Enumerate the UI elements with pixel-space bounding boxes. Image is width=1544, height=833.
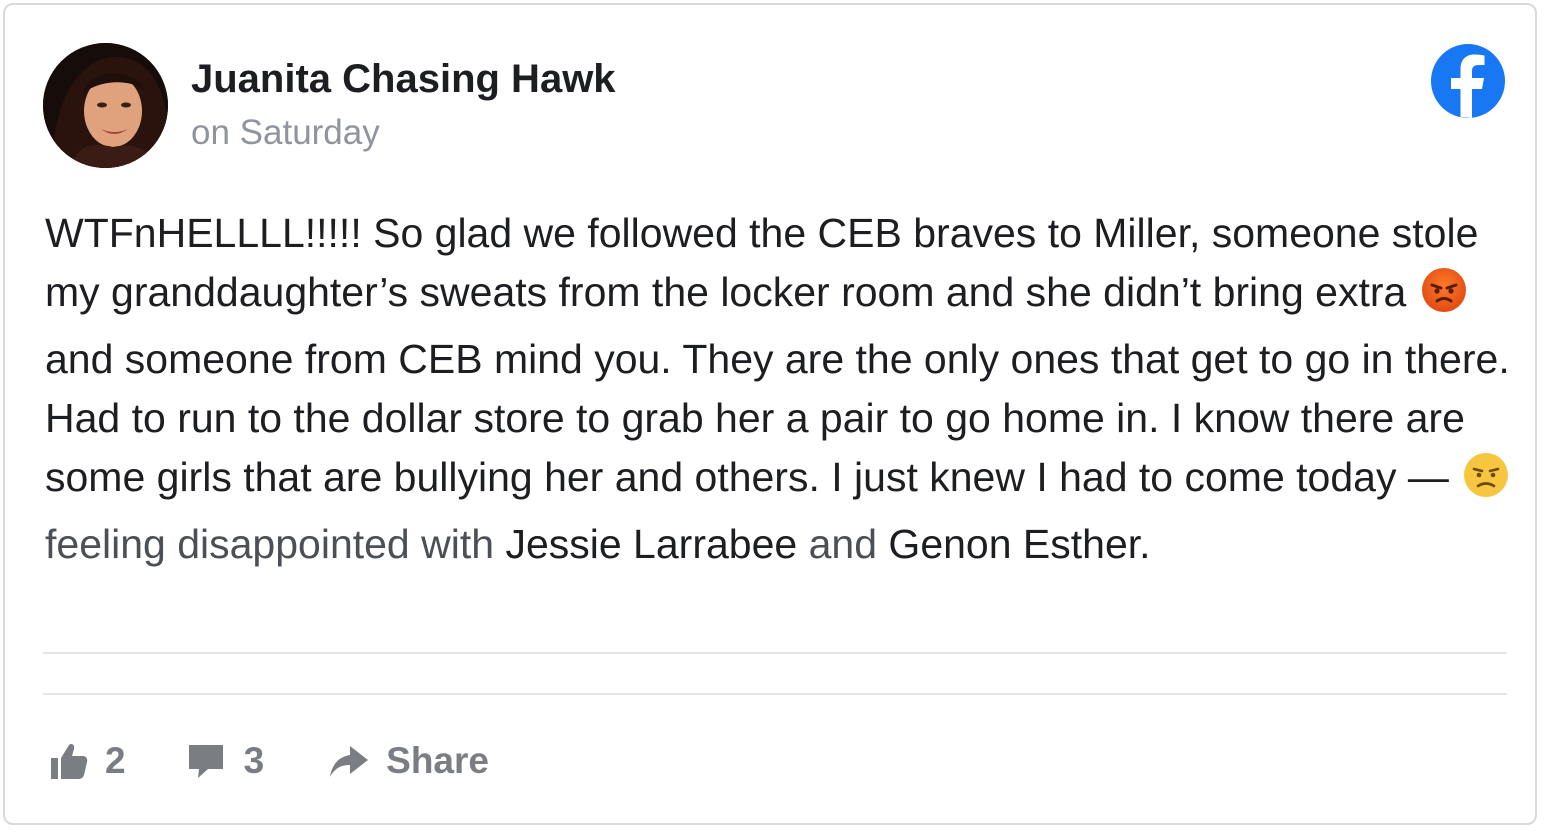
action-bar: 2 3 Share <box>49 733 489 789</box>
disappointed-face-icon <box>1462 451 1510 515</box>
facebook-logo-graphic <box>1431 44 1505 118</box>
post-text-part-1: WTFnHELLLL!!!!! So glad we followed the … <box>45 210 1479 315</box>
share-button[interactable]: Share <box>328 740 489 782</box>
avatar-image <box>43 43 168 168</box>
author-name[interactable]: Juanita Chasing Hawk <box>191 57 616 102</box>
share-label: Share <box>386 740 489 781</box>
comment-button[interactable]: 3 <box>186 740 265 782</box>
like-count: 2 <box>105 740 126 781</box>
share-arrow-icon <box>330 746 369 777</box>
angry-face-icon <box>1420 266 1468 330</box>
comment-icon <box>188 745 223 778</box>
post-text-part-2: and someone from CEB mind you. They are … <box>45 336 1510 500</box>
tagged-user-jessie[interactable]: Jessie Larrabee <box>505 521 797 567</box>
comment-count: 3 <box>243 740 265 781</box>
tagged-user-genon[interactable]: Genon Esther <box>888 521 1139 567</box>
avatar[interactable] <box>43 43 168 168</box>
and-text: and <box>808 521 878 567</box>
feeling-text: feeling disappointed with <box>45 521 495 567</box>
disappointed-face-graphic <box>1464 453 1509 497</box>
divider-bottom <box>43 693 1507 695</box>
post-body: WTFnHELLLL!!!!! So glad we followed the … <box>45 204 1515 574</box>
divider-top <box>43 652 1507 654</box>
post-card: Juanita Chasing Hawk on Saturday WTFnHEL… <box>3 3 1537 825</box>
like-button[interactable]: 2 <box>49 740 126 782</box>
facebook-logo-icon[interactable] <box>1427 40 1509 122</box>
post-timestamp[interactable]: on Saturday <box>191 113 380 153</box>
end-punctuation: . <box>1139 521 1151 567</box>
thumbs-up-icon <box>51 744 88 779</box>
angry-face-graphic <box>1421 268 1466 312</box>
